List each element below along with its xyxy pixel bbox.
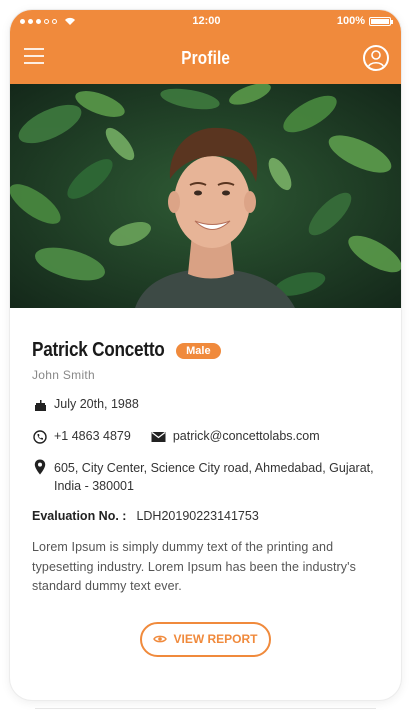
page-title: Profile xyxy=(181,47,230,68)
contact-row: +1 4863 4879 patrick@concettolabs.com xyxy=(32,429,379,445)
phone-text: +1 4863 4879 xyxy=(54,429,131,443)
email-text: patrick@concettolabs.com xyxy=(172,429,320,443)
email-item[interactable]: patrick@concettolabs.com xyxy=(151,429,320,445)
menu-icon[interactable] xyxy=(24,48,44,66)
evaluation-value: LDH20190223141753 xyxy=(136,509,259,523)
address-text: 605, City Center, Science City road, Ahm… xyxy=(54,461,374,493)
dob-text: July 20th, 1988 xyxy=(54,397,139,411)
profile-name: Patrick Concetto xyxy=(32,339,165,361)
name-row: Patrick Concetto Male xyxy=(32,339,379,362)
profile-photo xyxy=(10,84,401,308)
view-report-button[interactable]: VIEW REPORT xyxy=(140,621,271,657)
eye-icon xyxy=(153,635,168,643)
location-pin-icon xyxy=(32,459,48,475)
battery-icon xyxy=(369,16,393,26)
bottom-divider xyxy=(35,708,376,709)
status-bar: 12:00 100% xyxy=(10,10,401,32)
battery-indicator: 100% xyxy=(336,15,393,27)
status-time: 12:00 xyxy=(192,15,221,27)
gender-badge: Male xyxy=(176,342,221,359)
wifi-icon xyxy=(65,17,75,25)
profile-description: Lorem Ipsum is simply dummy text of the … xyxy=(32,540,356,593)
view-report-label: VIEW REPORT xyxy=(173,632,258,646)
profile-subname: John Smith xyxy=(32,368,96,382)
profile-card: Patrick Concetto Male John Smith July 20… xyxy=(10,308,401,657)
report-button-wrap: VIEW REPORT xyxy=(32,621,379,657)
email-icon xyxy=(151,429,167,445)
evaluation-row: Evaluation No. : LDH20190223141753 xyxy=(32,509,379,523)
evaluation-label: Evaluation No. : xyxy=(32,509,127,523)
phone-frame: 12:00 100% Profile Patrick Concetto Male… xyxy=(10,10,401,700)
address-row: 605, City Center, Science City road, Ahm… xyxy=(32,459,379,495)
signal-indicator xyxy=(20,17,76,26)
battery-percent: 100% xyxy=(336,15,365,27)
user-icon[interactable] xyxy=(363,45,389,71)
phone-icon xyxy=(32,429,48,445)
app-header: Profile xyxy=(10,32,401,84)
phone-item[interactable]: +1 4863 4879 xyxy=(32,429,131,445)
cake-icon xyxy=(32,397,48,413)
dob-row: July 20th, 1988 xyxy=(32,397,379,413)
